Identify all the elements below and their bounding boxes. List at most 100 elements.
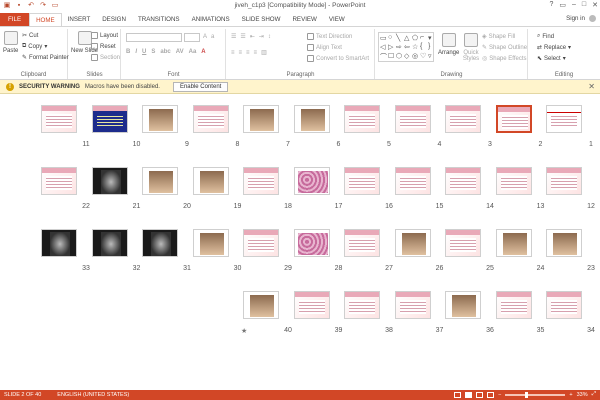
tab-view[interactable]: VIEW xyxy=(323,13,351,26)
find-button[interactable]: ⌕ Find xyxy=(537,33,554,40)
bold-icon[interactable]: B xyxy=(126,49,130,55)
close-icon[interactable]: ✕ xyxy=(588,82,595,91)
sign-in[interactable]: Sign in xyxy=(566,15,596,22)
paste-button[interactable]: Paste xyxy=(3,31,18,54)
shape-fill-button[interactable]: ◈ Shape Fill xyxy=(482,33,515,41)
shape-icon[interactable]: ▭ xyxy=(380,34,388,43)
replace-button[interactable]: ⇄ Replace ▾ xyxy=(537,44,571,52)
shape-icon[interactable]: ○ xyxy=(388,34,396,43)
arrange-button[interactable]: Arrange xyxy=(438,33,459,56)
shape-icon[interactable]: ▾ xyxy=(428,34,436,43)
slide-thumbnail[interactable] xyxy=(445,291,481,319)
shrink-font-button[interactable]: a xyxy=(211,34,214,40)
slide-thumbnail[interactable] xyxy=(445,229,481,257)
justify-icon[interactable]: ≡ xyxy=(254,50,258,56)
shape-icon[interactable]: ◁ xyxy=(380,43,388,52)
slide-thumbnail[interactable] xyxy=(192,105,229,133)
underline-icon[interactable]: U xyxy=(142,49,146,55)
tab-design[interactable]: DESIGN xyxy=(96,13,132,26)
slide-thumbnail[interactable] xyxy=(243,229,279,257)
zoom-thumb[interactable] xyxy=(525,391,529,398)
font-color-icon[interactable]: A xyxy=(201,49,205,55)
slide-thumbnail[interactable] xyxy=(192,229,229,257)
slide-thumbnail[interactable] xyxy=(142,229,178,257)
slide-thumbnail[interactable] xyxy=(41,167,77,195)
shape-icon[interactable]: ⌐ xyxy=(420,34,428,43)
zoom-level[interactable]: 33% xyxy=(577,392,588,398)
slide-thumbnail[interactable] xyxy=(91,167,128,195)
tab-review[interactable]: REVIEW xyxy=(286,13,322,26)
enable-content-button[interactable]: Enable Content xyxy=(172,81,229,92)
convert-smartart-button[interactable]: Convert to SmartArt xyxy=(307,55,369,62)
slide-thumbnail[interactable] xyxy=(495,167,532,195)
shape-icon[interactable]: ⇨ xyxy=(396,43,404,52)
shape-icon[interactable]: ⬠ xyxy=(412,34,420,43)
shape-icon[interactable]: ⌒ xyxy=(380,52,388,61)
normal-view-icon[interactable] xyxy=(454,391,462,398)
numbering-icon[interactable]: ☰ xyxy=(240,33,245,40)
slide-thumbnail[interactable] xyxy=(394,291,431,319)
tab-file[interactable]: FILE xyxy=(0,13,30,26)
tab-home[interactable]: HOME xyxy=(29,13,62,26)
shape-icon[interactable]: ♡ xyxy=(420,52,428,61)
tab-transitions[interactable]: TRANSITIONS xyxy=(132,13,186,26)
format-painter-button[interactable]: ✎ Format Painter xyxy=(22,54,69,62)
slide-thumbnail[interactable] xyxy=(142,167,178,195)
align-center-icon[interactable]: ≡ xyxy=(239,50,243,56)
zoom-slider[interactable] xyxy=(505,391,566,398)
slide-thumbnail[interactable] xyxy=(243,105,279,133)
slide-thumbnail[interactable] xyxy=(495,105,532,133)
slide-thumbnail[interactable] xyxy=(293,167,330,195)
reset-button[interactable]: Reset xyxy=(91,43,116,50)
shape-icon[interactable]: } xyxy=(428,43,436,52)
slide-thumbnail[interactable] xyxy=(546,167,582,195)
slide-thumbnail[interactable] xyxy=(91,229,128,257)
quick-styles-button[interactable]: Quick Styles xyxy=(460,33,482,62)
align-text-button[interactable]: Align Text xyxy=(307,44,342,51)
align-left-icon[interactable]: ≡ xyxy=(231,50,235,56)
shape-icon[interactable]: ⬡ xyxy=(396,52,404,61)
slide-thumbnail[interactable] xyxy=(495,291,532,319)
change-case-icon[interactable]: Aa xyxy=(189,49,197,55)
reading-view-icon[interactable] xyxy=(476,391,484,398)
zoom-out-icon[interactable]: − xyxy=(498,392,501,398)
ribbon-display-icon[interactable]: ▭ xyxy=(559,1,566,9)
shape-icon[interactable]: ◎ xyxy=(412,52,420,61)
slide-thumbnail[interactable] xyxy=(41,105,77,133)
shape-icon[interactable]: △ xyxy=(404,34,412,43)
char-spacing-icon[interactable]: AV xyxy=(176,49,184,55)
italic-icon[interactable]: I xyxy=(135,49,137,55)
slide-thumbnail[interactable] xyxy=(243,291,279,319)
slide-thumbnail[interactable] xyxy=(445,167,481,195)
minimize-icon[interactable]: – xyxy=(572,1,576,9)
slide-thumbnail[interactable] xyxy=(192,167,229,195)
copy-button[interactable]: ⧉ Copy ▾ xyxy=(22,43,47,50)
layout-button[interactable]: Layout xyxy=(91,32,118,39)
shape-outline-button[interactable]: ✎ Shape Outline xyxy=(482,44,527,52)
slide-thumbnail[interactable] xyxy=(243,167,279,195)
shape-icon[interactable]: ◇ xyxy=(404,52,412,61)
help-icon[interactable]: ? xyxy=(549,1,553,9)
shape-icon[interactable]: ╲ xyxy=(396,34,404,43)
shape-icon[interactable]: ☆ xyxy=(412,43,420,52)
slide-thumbnail[interactable] xyxy=(344,291,380,319)
zoom-in-icon[interactable]: + xyxy=(569,392,572,398)
select-button[interactable]: ⬉ Select ▾ xyxy=(537,55,566,63)
sign-in-label[interactable]: Sign in xyxy=(566,15,585,22)
slide-thumbnail[interactable] xyxy=(546,105,582,133)
increase-indent-icon[interactable]: ⇥ xyxy=(259,33,264,40)
decrease-indent-icon[interactable]: ⇤ xyxy=(250,33,255,40)
slide-thumbnail[interactable] xyxy=(344,167,380,195)
slide-thumbnail[interactable] xyxy=(91,105,128,133)
strikethrough-icon[interactable]: abc xyxy=(160,49,170,55)
slide-thumbnail[interactable] xyxy=(546,229,582,257)
grow-font-button[interactable]: A xyxy=(203,34,207,40)
shape-icon[interactable]: { xyxy=(420,43,428,52)
slide-sorter-view-icon[interactable] xyxy=(465,391,473,398)
slide-thumbnail[interactable] xyxy=(495,229,532,257)
font-name-input[interactable] xyxy=(126,33,182,42)
close-icon[interactable]: ✕ xyxy=(592,1,598,9)
maximize-icon[interactable]: □ xyxy=(582,1,586,9)
fit-slide-icon[interactable]: ⤢ xyxy=(592,391,596,398)
shape-icon[interactable]: ⇦ xyxy=(404,43,412,52)
